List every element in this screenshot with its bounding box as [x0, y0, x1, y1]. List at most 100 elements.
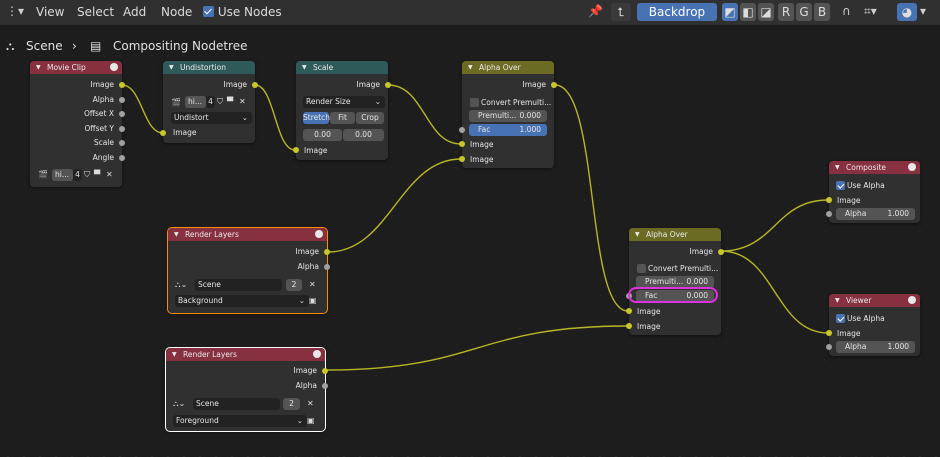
channel-g-button[interactable]: G	[796, 3, 812, 21]
node-undistortion[interactable]: ▼ Undistortion Image 🎬 hi... 4 ⛉ ▀ ✕ Undi…	[160, 61, 258, 143]
clip-users-count[interactable]: 4	[73, 169, 82, 181]
channel-r-button[interactable]: R	[778, 3, 794, 21]
socket-image-in[interactable]	[826, 330, 832, 336]
scene-name-field[interactable]: Scene	[195, 279, 282, 291]
node-scale[interactable]: ▼ Scale Image Render Size ⌄ Stretch Fit Cr…	[293, 61, 391, 160]
collapse-arrow-icon[interactable]: ▼	[835, 161, 840, 174]
alpha-field[interactable]: Alpha 1.000	[836, 341, 915, 353]
collapse-arrow-icon[interactable]: ▼	[172, 348, 177, 361]
convert-premultiplied-checkbox[interactable]	[637, 264, 646, 273]
channel-b-button[interactable]: B	[814, 3, 830, 21]
socket-offset-y-out[interactable]	[119, 126, 125, 132]
scene-users-count[interactable]: 2	[286, 279, 302, 291]
socket-image-out[interactable]	[551, 82, 557, 88]
scene-browse-icon[interactable]: ⛬⌄	[173, 399, 185, 409]
close-icon[interactable]: ✕	[309, 280, 316, 289]
node-header[interactable]: ▼ Movie Clip	[30, 61, 122, 74]
clip-icon[interactable]: 🎬	[38, 170, 48, 179]
pin-icon[interactable]: 📌	[588, 4, 603, 18]
socket-fac-in[interactable]	[459, 127, 465, 133]
socket-image-in[interactable]	[160, 130, 166, 136]
fake-user-icon[interactable]: ⛉	[84, 170, 90, 180]
overlays-dropdown-icon[interactable]: ▾	[920, 4, 926, 18]
scene-users-count[interactable]: 2	[283, 398, 300, 410]
distortion-mode-dropdown[interactable]: Undistort ⌄	[171, 112, 252, 124]
collapse-arrow-icon[interactable]: ▼	[174, 228, 179, 241]
editor-type-icon[interactable]: ⋮▾	[6, 4, 24, 18]
preview-globe-icon[interactable]	[908, 296, 916, 304]
view-layer-dropdown[interactable]: Background ⌄	[175, 295, 309, 307]
socket-image-out[interactable]	[119, 82, 125, 88]
node-alpha-over-top[interactable]: ▼ Alpha Over Image Convert Premulti... Pr…	[459, 61, 557, 168]
socket-image-in[interactable]	[293, 147, 299, 153]
node-header[interactable]: ▼ Composite	[829, 161, 920, 174]
preview-globe-icon[interactable]	[908, 163, 916, 171]
socket-image-in-2[interactable]	[459, 156, 465, 162]
alpha-field[interactable]: Alpha 1.000	[836, 208, 915, 220]
clip-users-count[interactable]: 4	[206, 96, 215, 108]
display-alpha-button[interactable]: ◪	[758, 3, 774, 21]
socket-image-out[interactable]	[718, 249, 724, 255]
node-viewer[interactable]: ▼ Viewer Use Alpha Image Alpha 1.000	[826, 294, 920, 356]
preview-globe-icon[interactable]	[315, 230, 323, 238]
node-header[interactable]: ▼ Render Layers	[168, 228, 327, 241]
collapse-arrow-icon[interactable]: ▼	[635, 228, 640, 241]
collapse-arrow-icon[interactable]: ▼	[302, 61, 307, 74]
fake-user-icon[interactable]: ⛉	[217, 97, 223, 107]
close-icon[interactable]: ✕	[106, 170, 113, 179]
close-icon[interactable]: ✕	[307, 399, 314, 408]
socket-offset-x-out[interactable]	[119, 111, 125, 117]
overlays-button[interactable]: ◕	[897, 3, 917, 21]
collapse-arrow-icon[interactable]: ▼	[468, 61, 473, 74]
display-rgb-button[interactable]: ◧	[740, 3, 756, 21]
offset-x-field[interactable]: 0.00	[303, 129, 342, 141]
view-layer-dropdown[interactable]: Foreground ⌄	[173, 415, 307, 427]
use-nodes-toggle[interactable]: Use Nodes	[203, 5, 282, 19]
socket-image-in[interactable]	[826, 197, 832, 203]
node-header[interactable]: ▼ Viewer	[829, 294, 920, 307]
node-header[interactable]: ▼ Alpha Over	[462, 61, 554, 74]
collapse-arrow-icon[interactable]: ▼	[169, 61, 174, 74]
clip-icon[interactable]: 🎬	[171, 98, 181, 107]
backdrop-toggle[interactable]: Backdrop	[637, 3, 717, 21]
node-header[interactable]: ▼ Alpha Over	[629, 228, 721, 241]
socket-alpha-out[interactable]	[322, 383, 328, 389]
clip-name-field[interactable]: hi...	[52, 169, 73, 181]
socket-image-out[interactable]	[322, 368, 328, 374]
folder-icon[interactable]: ▀	[227, 97, 233, 106]
socket-alpha-out[interactable]	[119, 97, 125, 103]
collapse-arrow-icon[interactable]: ▼	[835, 294, 840, 307]
node-composite[interactable]: ▼ Composite Use Alpha Image Alpha 1.000	[826, 161, 920, 223]
snap-grid-icon[interactable]: ⌗▾	[864, 4, 877, 19]
menu-view[interactable]: View	[36, 5, 64, 19]
socket-alpha-out[interactable]	[324, 264, 330, 270]
socket-image-in-1[interactable]	[459, 141, 465, 147]
node-header[interactable]: ▼ Render Layers	[166, 348, 325, 361]
use-alpha-checkbox[interactable]	[836, 181, 845, 190]
fac-field[interactable]: Fac 1.000	[469, 124, 547, 136]
render-layer-icon[interactable]: ▣	[309, 296, 317, 305]
use-nodes-checkbox[interactable]	[203, 6, 214, 17]
menu-add[interactable]: Add	[123, 5, 146, 19]
socket-image-out[interactable]	[385, 82, 391, 88]
socket-scale-out[interactable]	[119, 140, 125, 146]
menu-select[interactable]: Select	[77, 5, 114, 19]
node-render-layers-background[interactable]: ▼ Render Layers Image Alpha ⛬⌄ Scene 2 ✕ …	[167, 227, 330, 314]
fit-fit-button[interactable]: Fit	[330, 112, 355, 124]
node-header[interactable]: ▼ Scale	[296, 61, 388, 74]
menu-node[interactable]: Node	[161, 5, 192, 19]
scene-name-field[interactable]: Scene	[193, 398, 280, 410]
fit-stretch-button[interactable]: Stretch	[303, 112, 330, 124]
node-movie-clip[interactable]: ▼ Movie Clip Image Alpha Offset X Offset …	[30, 61, 125, 187]
convert-premultiplied-checkbox[interactable]	[470, 98, 479, 107]
scene-browse-icon[interactable]: ⛬⌄	[175, 280, 187, 290]
premultiplied-field[interactable]: Premulti... 0.000	[469, 110, 547, 122]
node-alpha-over-bottom[interactable]: ▼ Alpha Over Image Convert Premulti... Pr…	[626, 228, 724, 335]
snap-icon[interactable]: ∩	[842, 4, 851, 18]
space-dropdown[interactable]: Render Size ⌄	[303, 96, 385, 108]
node-header[interactable]: ▼ Undistortion	[163, 61, 255, 74]
socket-alpha-in[interactable]	[826, 211, 832, 217]
socket-image-in-2[interactable]	[626, 323, 632, 329]
preview-globe-icon[interactable]	[110, 63, 118, 71]
collapse-arrow-icon[interactable]: ▼	[36, 61, 41, 74]
